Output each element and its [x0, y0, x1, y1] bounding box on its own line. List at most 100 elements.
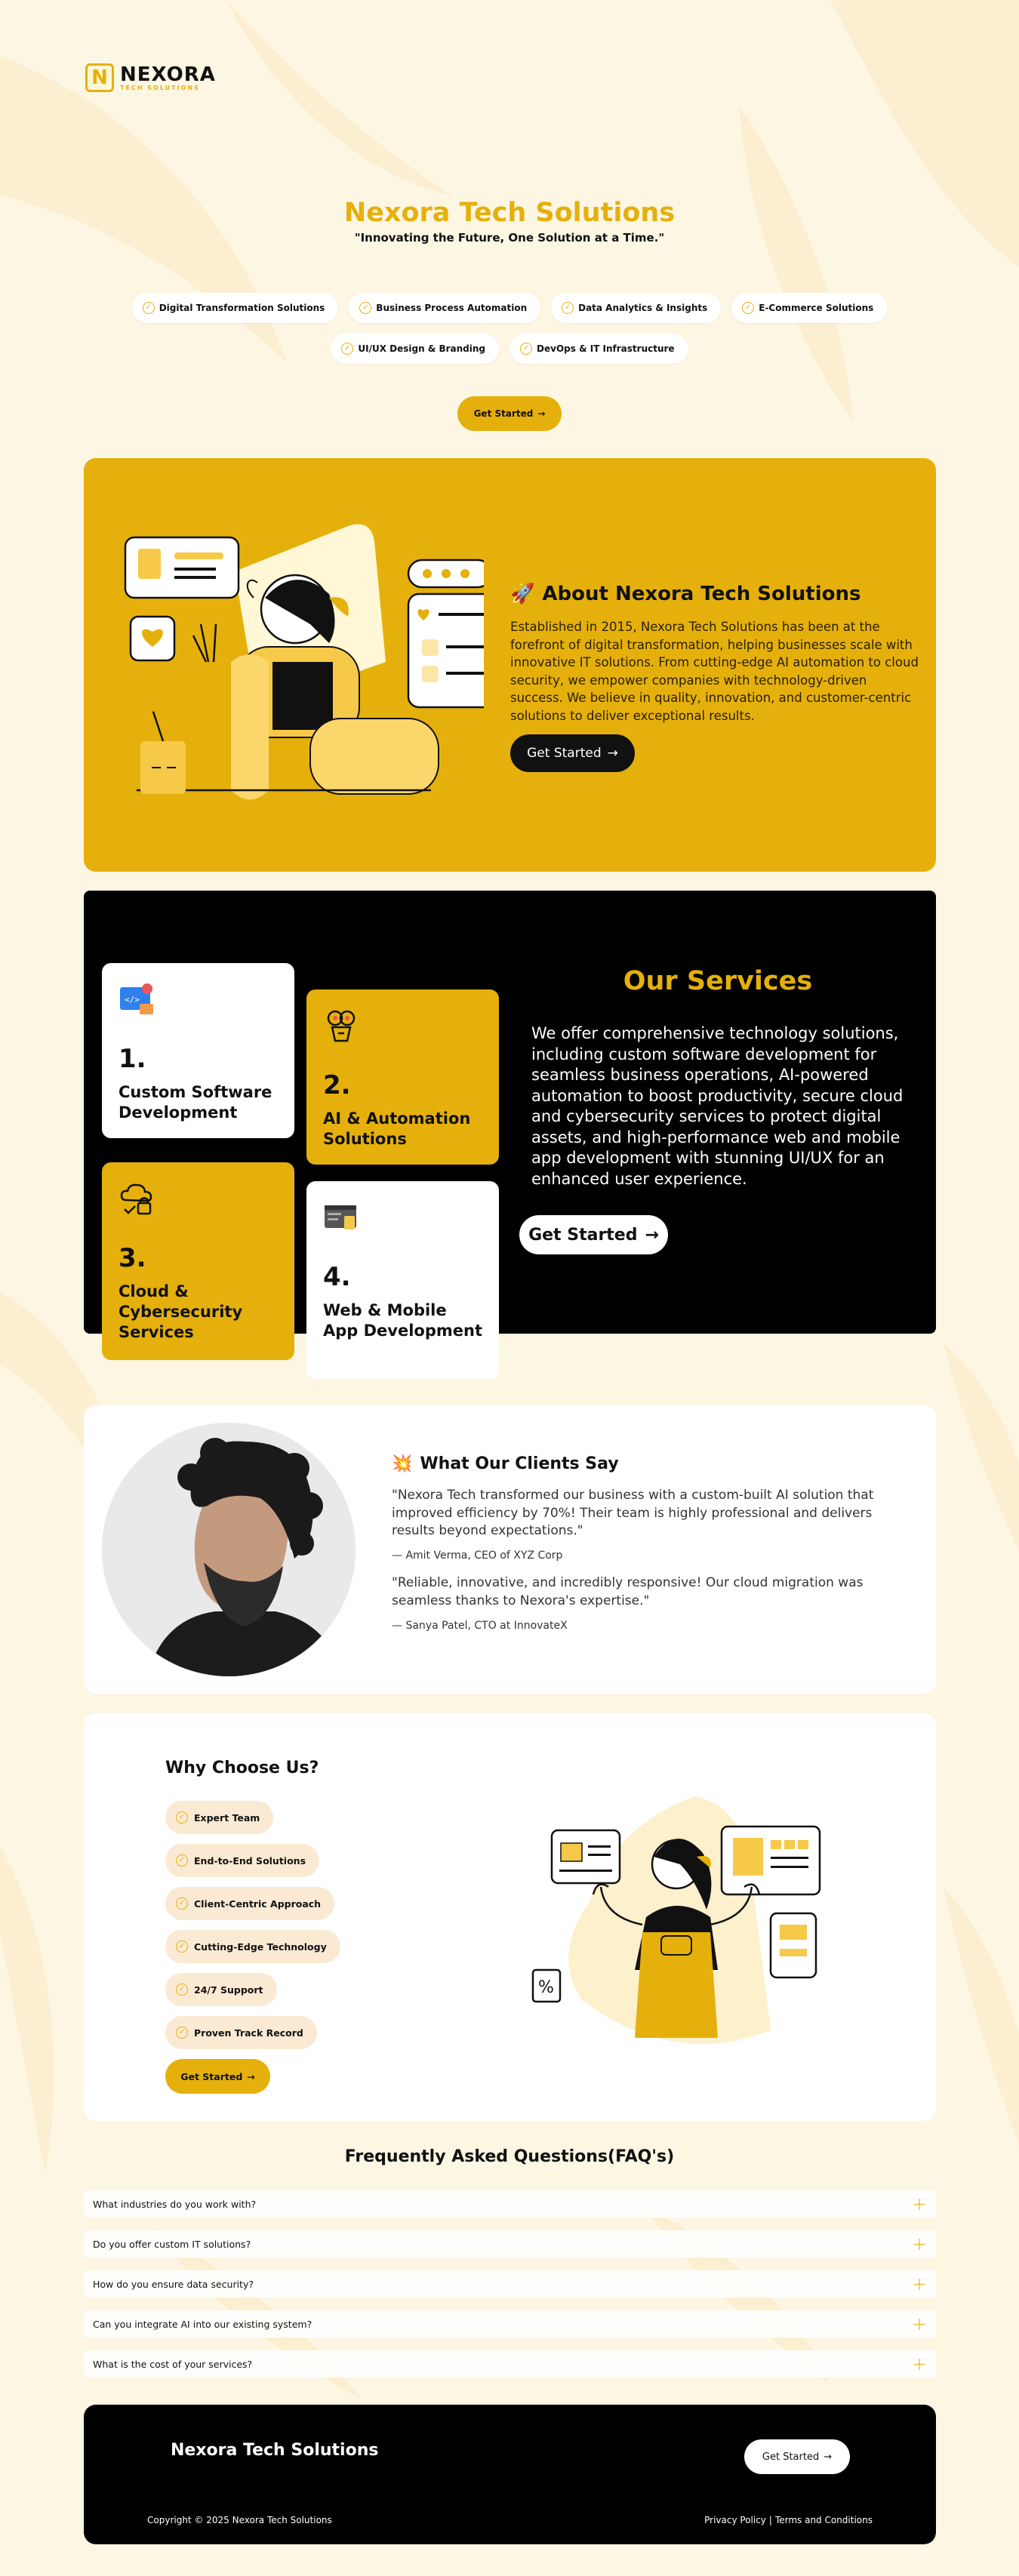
footer-links: Privacy Policy | Terms and Conditions — [704, 2515, 873, 2525]
why-choose-list: ✓ Expert Team ✓ End-to-End Solutions ✓ Clie… — [165, 1801, 340, 2049]
hero-title: Nexora Tech Solutions — [343, 198, 676, 228]
why-get-started-button[interactable]: Get Started → — [165, 2059, 270, 2094]
check-circle-icon: ✓ — [176, 2027, 188, 2039]
button-label: Get Started — [180, 2070, 243, 2082]
plus-icon[interactable]: + — [912, 2195, 927, 2213]
arrow-right-icon: → — [607, 746, 618, 761]
why-item-label: 24/7 Support — [194, 1984, 263, 1996]
why-choose-item: ✓ Proven Track Record — [165, 2016, 317, 2049]
service-card-cloud-security[interactable]: 3. Cloud & Cybersecurity Services — [102, 1162, 294, 1360]
logo-subname: TECH SOLUTIONS — [120, 84, 200, 91]
faq-item[interactable]: Do you offer custom IT solutions? + — [84, 2230, 936, 2257]
check-circle-icon: ✓ — [359, 302, 372, 314]
about-title: 🚀 About Nexora Tech Solutions — [510, 583, 861, 605]
hero-get-started-button[interactable]: Get Started → — [457, 396, 562, 431]
brand-logo[interactable]: N NEXORA TECH SOLUTIONS — [85, 63, 216, 92]
service-number: 1. — [119, 1044, 146, 1074]
check-circle-icon: ✓ — [520, 343, 533, 355]
faq-item[interactable]: What industries do you work with? + — [84, 2190, 936, 2217]
service-card-ai-automation[interactable]: 2. AI & Automation Solutions — [306, 989, 499, 1165]
services-heading: Our Services — [623, 966, 813, 996]
arrow-right-icon: → — [247, 2070, 255, 2082]
feature-pill-label: E-Commerce Solutions — [759, 303, 874, 313]
arrow-right-icon: → — [645, 1225, 659, 1245]
services-get-started-button[interactable]: Get Started → — [519, 1215, 668, 1254]
plus-icon[interactable]: + — [912, 2315, 927, 2333]
plus-icon[interactable]: + — [912, 2275, 927, 2293]
faq-question: Do you offer custom IT solutions? — [93, 2238, 251, 2250]
service-number: 4. — [323, 1262, 351, 1292]
browser-mobile-icon — [325, 1205, 356, 1230]
testimonial-quote: "Nexora Tech transformed our business wi… — [392, 1488, 874, 1538]
cloud-lock-icon — [120, 1183, 152, 1215]
button-label: Get Started — [527, 746, 602, 761]
check-circle-icon: ✓ — [142, 302, 155, 314]
plus-icon[interactable]: + — [912, 2355, 927, 2373]
service-card-web-mobile[interactable]: 4. Web & Mobile App Development — [306, 1181, 499, 1379]
footer-copyright: Copyright © 2025 Nexora Tech Solutions — [147, 2515, 332, 2525]
why-choose-illustration: % — [531, 1796, 821, 2044]
footer-brand: Nexora Tech Solutions — [171, 2441, 379, 2460]
faq-item[interactable]: How do you ensure data security? + — [84, 2270, 936, 2297]
faq-question: What is the cost of your services? — [93, 2358, 253, 2370]
feature-pill-label: UI/UX Design & Branding — [358, 343, 486, 354]
faq-item[interactable]: Can you integrate AI into our existing s… — [84, 2310, 936, 2337]
hero-tagline: "Innovating the Future, One Solution at … — [354, 231, 665, 245]
feature-pill: ✓ UI/UX Design & Branding — [331, 334, 500, 364]
feature-pill-label: Data Analytics & Insights — [578, 303, 708, 313]
faq-question: What industries do you work with? — [93, 2198, 257, 2210]
check-circle-icon: ✓ — [176, 1984, 188, 1996]
feature-pill-label: DevOps & IT Infrastructure — [537, 343, 675, 354]
testimonials-title: 💥 What Our Clients Say — [392, 1454, 619, 1473]
button-label: Get Started — [528, 1225, 638, 1245]
feature-pill: ✓ DevOps & IT Infrastructure — [510, 334, 688, 364]
why-item-label: Cutting-Edge Technology — [194, 1940, 327, 1953]
faq-question: Can you integrate AI into our existing s… — [93, 2318, 312, 2330]
check-circle-icon: ✓ — [176, 1811, 188, 1824]
service-number: 2. — [323, 1070, 351, 1100]
check-circle-icon: ✓ — [742, 302, 755, 314]
logo-mark: N — [85, 63, 114, 92]
check-circle-icon: ✓ — [176, 1854, 188, 1867]
feature-pill: ✓ Business Process Automation — [349, 293, 541, 323]
faq-item[interactable]: What is the cost of your services? + — [84, 2350, 936, 2377]
footer-get-started-button[interactable]: Get Started → — [744, 2439, 850, 2474]
feature-pill: ✓ Data Analytics & Insights — [551, 293, 722, 323]
privacy-policy-link[interactable]: Privacy Policy — [704, 2515, 766, 2525]
feature-pill: ✓ Digital Transformation Solutions — [131, 293, 339, 323]
why-choose-item: ✓ Cutting-Edge Technology — [165, 1930, 340, 1963]
feature-pill-label: Digital Transformation Solutions — [159, 303, 325, 313]
about-description: Established in 2015, Nexora Tech Solutio… — [510, 620, 919, 723]
feature-pill: ✓ E-Commerce Solutions — [731, 293, 888, 323]
services-description: We offer comprehensive technology soluti… — [531, 1024, 904, 1188]
why-choose-item: ✓ 24/7 Support — [165, 1973, 277, 2006]
check-circle-icon: ✓ — [341, 343, 354, 355]
testimonial-quote: "Reliable, innovative, and incredibly re… — [392, 1575, 864, 1608]
services-section: </> 1. Custom Software Development 2. AI… — [84, 891, 936, 1379]
button-label: Get Started — [762, 2451, 820, 2463]
testimonials-section: 💥 What Our Clients Say "Nexora Tech tran… — [84, 1405, 936, 1694]
why-item-label: Proven Track Record — [194, 2027, 303, 2039]
service-name: Web & Mobile App Development — [323, 1301, 483, 1340]
svg-text:%: % — [538, 1978, 554, 1997]
sparkle-icon: 💥 — [392, 1454, 413, 1473]
check-circle-icon: ✓ — [176, 1940, 188, 1953]
faq-question: How do you ensure data security? — [93, 2278, 254, 2290]
service-number: 3. — [119, 1243, 146, 1273]
why-item-label: End-to-End Solutions — [194, 1854, 306, 1867]
why-choose-item: ✓ Client-Centric Approach — [165, 1887, 335, 1920]
about-illustration — [124, 524, 484, 800]
service-name: AI & Automation Solutions — [323, 1109, 471, 1148]
about-get-started-button[interactable]: Get Started → — [510, 734, 635, 772]
terms-link[interactable]: Terms and Conditions — [775, 2515, 873, 2525]
client-photo-avatar — [102, 1423, 356, 1676]
site-footer: Nexora Tech Solutions Get Started → Copy… — [84, 2405, 936, 2544]
testimonial-author: — Amit Verma, CEO of XYZ Corp — [392, 1550, 563, 1562]
service-card-custom-software[interactable]: </> 1. Custom Software Development — [102, 963, 294, 1138]
rocket-icon: 🚀 — [510, 583, 535, 605]
plus-icon[interactable]: + — [912, 2235, 927, 2253]
faq-title: Frequently Asked Questions(FAQ's) — [344, 2147, 675, 2166]
code-window-icon: </> — [120, 983, 153, 1014]
button-label: Get Started — [473, 408, 534, 419]
check-circle-icon: ✓ — [562, 302, 574, 314]
